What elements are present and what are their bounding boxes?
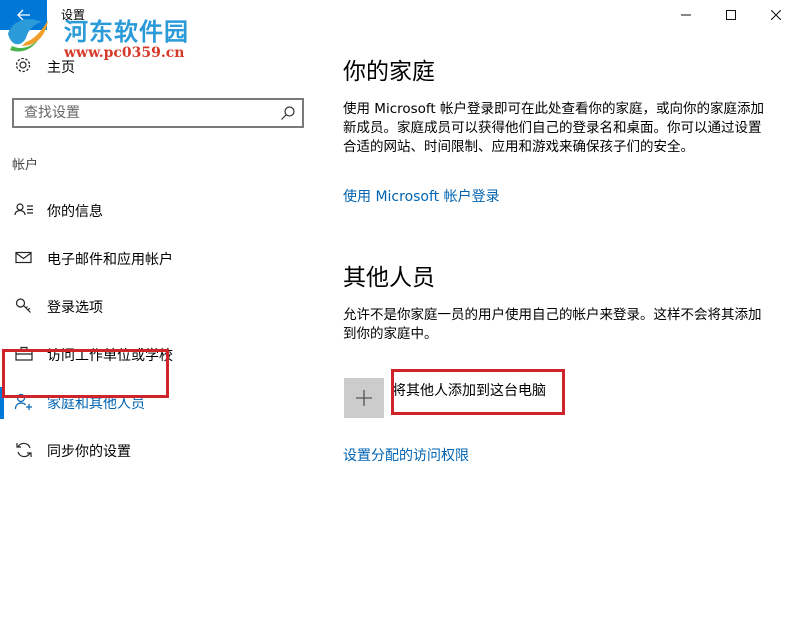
sidebar: 主页 帐户 你的信息 电子邮件和应用帐户 登录选项 xyxy=(0,30,320,628)
sidebar-item-email[interactable]: 电子邮件和应用帐户 xyxy=(0,236,320,280)
add-person-button[interactable] xyxy=(344,378,384,418)
sidebar-item-sign-in-options[interactable]: 登录选项 xyxy=(0,284,320,328)
other-people-section-title: 其他人员 xyxy=(343,265,435,291)
family-section-title: 你的家庭 xyxy=(343,59,435,85)
sidebar-item-label: 登录选项 xyxy=(47,300,103,316)
sidebar-item-label: 同步你的设置 xyxy=(47,444,131,460)
watermark-name: 河东软件园 xyxy=(64,17,189,46)
sidebar-item-label: 你的信息 xyxy=(47,204,103,220)
family-description: 使用 Microsoft 帐户登录即可在此处查看你的家庭，或向你的家庭添加新成员… xyxy=(343,101,765,155)
minimize-button[interactable] xyxy=(663,0,709,30)
maximize-icon xyxy=(726,10,736,20)
sidebar-item-label: 电子邮件和应用帐户 xyxy=(47,252,173,268)
search-box xyxy=(12,98,304,128)
maximize-button[interactable] xyxy=(708,0,754,30)
person-info-icon xyxy=(14,203,33,216)
close-icon xyxy=(771,10,781,20)
sync-icon xyxy=(16,442,32,458)
mail-icon xyxy=(15,251,32,264)
plus-icon xyxy=(356,390,372,406)
key-icon xyxy=(15,298,31,313)
minimize-icon xyxy=(681,14,691,16)
search-input[interactable] xyxy=(14,100,284,126)
watermark: 河东软件园 www.pc0359.cn xyxy=(0,8,210,68)
sidebar-item-sync-settings[interactable]: 同步你的设置 xyxy=(0,428,320,472)
section-header-accounts: 帐户 xyxy=(12,158,39,173)
annotation-highlight-box xyxy=(2,349,169,398)
microsoft-account-sign-in-link[interactable]: 使用 Microsoft 帐户登录 xyxy=(343,186,500,206)
close-button[interactable] xyxy=(753,0,799,30)
other-people-description: 允许不是你家庭一员的用户使用自己的帐户来登录。这样不会将其添加到你的家庭中。 xyxy=(343,307,762,342)
watermark-logo-icon xyxy=(8,19,48,52)
watermark-url: www.pc0359.cn xyxy=(64,45,185,61)
annotation-highlight-box xyxy=(391,369,565,415)
assigned-access-link[interactable]: 设置分配的访问权限 xyxy=(343,445,469,465)
search-icon[interactable] xyxy=(280,105,296,121)
sidebar-item-your-info[interactable]: 你的信息 xyxy=(0,188,320,232)
